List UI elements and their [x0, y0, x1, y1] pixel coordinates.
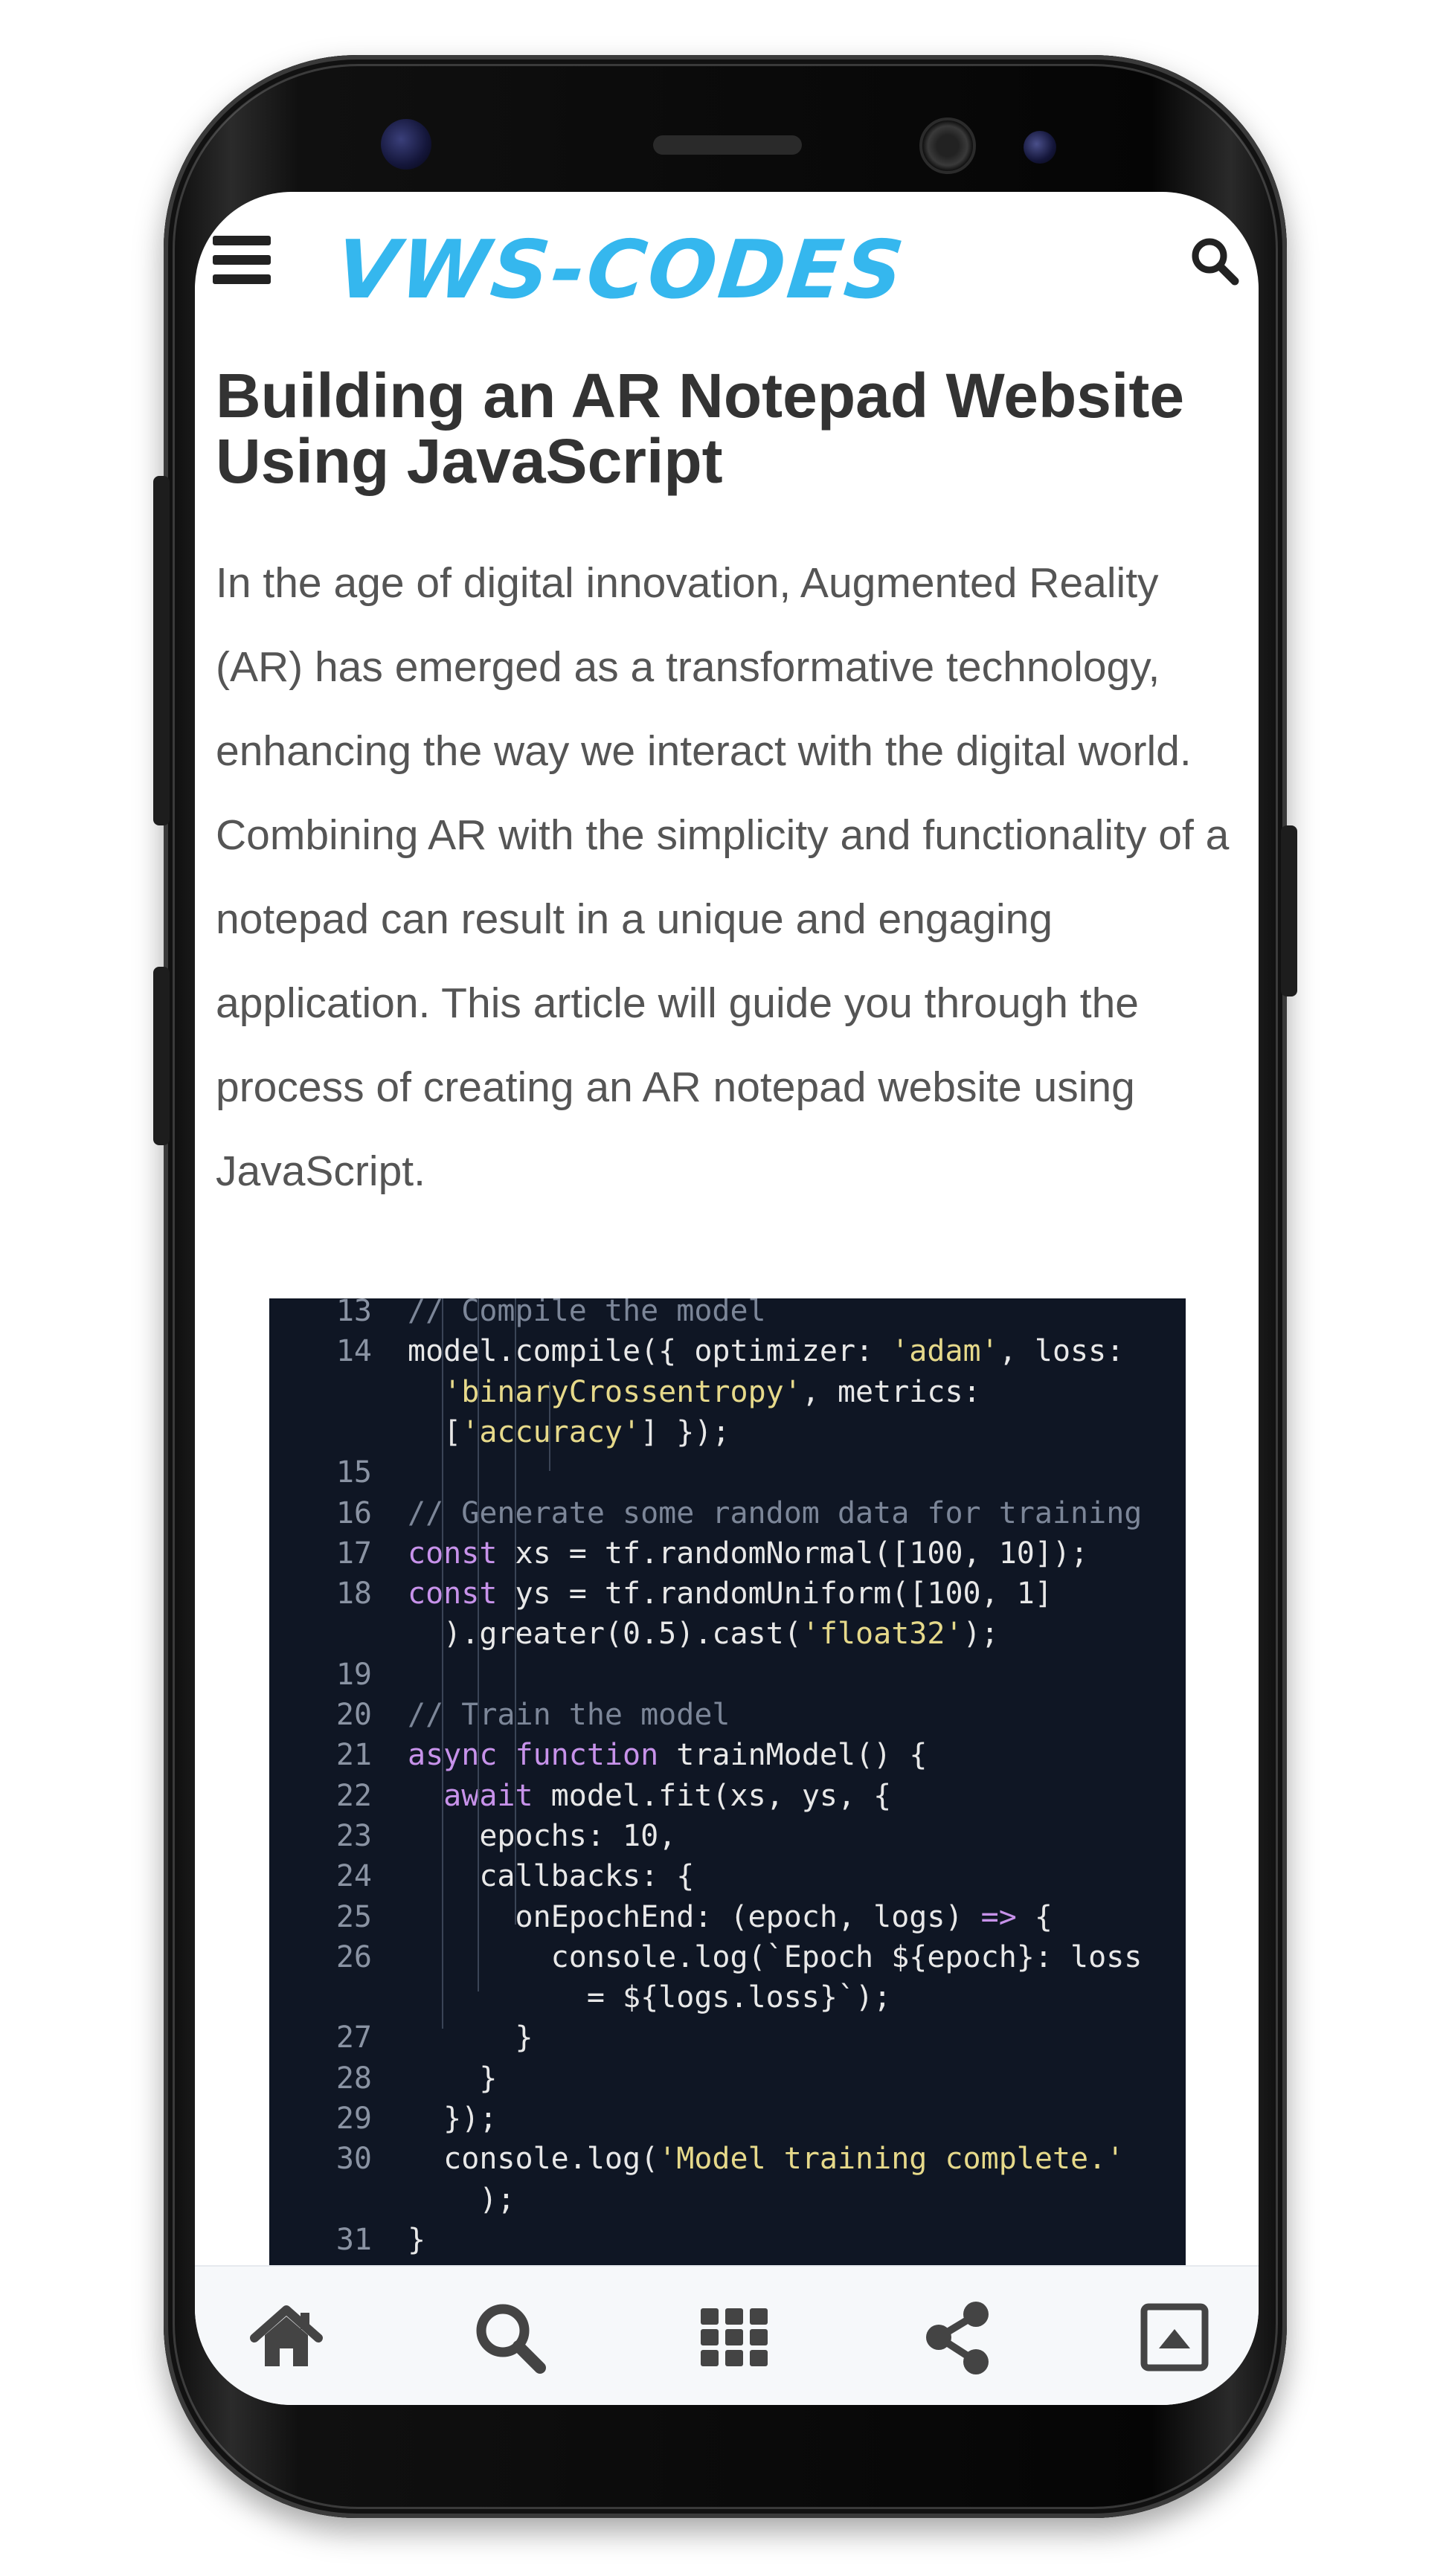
line-number: 26: [335, 1939, 372, 1974]
code-line: 28 }: [269, 2058, 1186, 2099]
line-number: 27: [335, 2020, 372, 2055]
code-line: 26 console.log(`Epoch ${epoch}: loss: [269, 1937, 1186, 1977]
line-number: 29: [335, 2102, 372, 2136]
code-text: const xs = tf.randomNormal([100, 10]);: [408, 1536, 1089, 1571]
indent-guide: [549, 1382, 550, 1471]
article-intro: In the age of digital innovation, Augmen…: [216, 559, 1230, 1195]
line-number: 17: [335, 1536, 372, 1571]
code-text: // Generate some random data for trainin…: [408, 1495, 1143, 1530]
code-line: 'binaryCrossentropy', metrics:: [269, 1372, 1186, 1412]
code-text: console.log(`Epoch ${epoch}: loss: [408, 1939, 1143, 1974]
bixby-button: [153, 967, 170, 1145]
code-text: 'binaryCrossentropy', metrics:: [443, 1374, 981, 1409]
code-line: 24 callbacks: {: [269, 1856, 1186, 1896]
line-number: 20: [335, 1698, 372, 1732]
code-line: 14 model.compile({ optimizer: 'adam', los…: [269, 1331, 1186, 1371]
indent-guide: [515, 1298, 516, 1925]
code-line: 22 await model.fit(xs, ys, {: [269, 1776, 1186, 1816]
volume-button: [153, 476, 170, 825]
title-line-2: Using JavaScript: [216, 426, 723, 496]
code-line: 19: [269, 1655, 1186, 1695]
code-line: 17 const xs = tf.randomNormal([100, 10]);: [269, 1533, 1186, 1574]
line-number: 15: [335, 1455, 372, 1490]
line-number: 19: [335, 1657, 372, 1692]
article-title: Building an AR Notepad Website Using Jav…: [216, 363, 1242, 494]
code-text: epochs: 10,: [408, 1818, 677, 1853]
code-line: 23 epochs: 10,: [269, 1816, 1186, 1856]
code-line: ['accuracy'] });: [269, 1412, 1186, 1452]
code-text: // Compile the model: [408, 1298, 766, 1328]
code-text: console.log('Model training complete.': [408, 2142, 1125, 2177]
code-text: async function trainModel() {: [408, 1738, 928, 1773]
code-text: ).greater(0.5).cast('float32');: [408, 1617, 999, 1652]
line-number: 22: [335, 1778, 372, 1813]
code-line: 16 // Generate some random data for train…: [269, 1493, 1186, 1533]
line-number: 25: [335, 1899, 372, 1934]
code-text: const ys = tf.randomUniform([100, 1]: [408, 1577, 1053, 1611]
code-text: = ${logs.loss}`);: [408, 1980, 892, 2015]
line-number: 16: [335, 1495, 372, 1530]
share-icon[interactable]: [916, 2296, 998, 2378]
proximity-sensor-icon: [1024, 131, 1056, 164]
iris-sensor-icon: [381, 119, 431, 170]
code-line: 20 // Train the model: [269, 1695, 1186, 1735]
line-number: 31: [335, 2222, 372, 2257]
code-line: = ${logs.loss}`);: [269, 1977, 1186, 2018]
code-line: 21 async function trainModel() {: [269, 1735, 1186, 1775]
search-icon[interactable]: [1189, 235, 1241, 287]
title-line-1: Building an AR Notepad Website: [216, 361, 1185, 431]
site-header: VWS-CODES: [195, 192, 1259, 341]
menu-bar: [213, 274, 271, 284]
code-line: 18 const ys = tf.randomUniform([100, 1]: [269, 1574, 1186, 1614]
site-logo[interactable]: VWS-CODES: [331, 224, 910, 317]
home-icon[interactable]: [245, 2296, 327, 2378]
line-number: 30: [335, 2142, 372, 2177]
search-icon[interactable]: [469, 2296, 550, 2378]
line-number: 13: [335, 1298, 372, 1328]
code-line: 13 // Compile the model: [269, 1298, 1186, 1331]
phone-screen: VWS-CODES Building an AR Notepad Website…: [195, 192, 1259, 2405]
code-text: }: [408, 2020, 533, 2055]
code-line: 15: [269, 1452, 1186, 1493]
line-number: 28: [335, 2061, 372, 2096]
code-text: // Train the model: [408, 1698, 730, 1732]
code-screenshot: 13 // Compile the model 14 model.compile({ …: [269, 1298, 1186, 2265]
code-line: );: [269, 2180, 1186, 2220]
code-text: ['accuracy'] });: [408, 1414, 730, 1449]
menu-bar: [213, 236, 271, 245]
front-camera-icon: [919, 117, 976, 174]
hamburger-menu-icon[interactable]: [213, 233, 271, 285]
code-line: 27 }: [269, 2018, 1186, 2058]
code-text: onEpochEnd: (epoch, logs) => {: [408, 1899, 1053, 1934]
code-line: 25 onEpochEnd: (epoch, logs) => {: [269, 1897, 1186, 1937]
earpiece-speaker: [653, 135, 802, 155]
menu-bar: [213, 255, 271, 265]
code-text: }: [408, 2061, 498, 2096]
indent-guide: [478, 1298, 479, 1991]
code-text: await model.fit(xs, ys, {: [443, 1778, 892, 1813]
line-number: 14: [335, 1334, 372, 1369]
code-line: 29 });: [269, 2099, 1186, 2139]
code-line: ).greater(0.5).cast('float32');: [269, 1614, 1186, 1654]
line-number: 18: [335, 1577, 372, 1611]
power-button: [1281, 825, 1297, 996]
line-number: 21: [335, 1738, 372, 1773]
line-number: 24: [335, 1859, 372, 1894]
grid-icon[interactable]: [693, 2296, 775, 2378]
line-number: 23: [335, 1818, 372, 1853]
scroll-to-top-icon[interactable]: [1134, 2296, 1215, 2378]
code-text: }: [408, 2222, 426, 2257]
code-text: );: [408, 2182, 515, 2217]
code-text: callbacks: {: [408, 1859, 695, 1894]
code-line: 31}: [269, 2220, 1186, 2260]
bottom-navigation: [195, 2265, 1259, 2405]
code-text: });: [408, 2102, 498, 2136]
code-line: 30 console.log('Model training complete.…: [269, 2139, 1186, 2179]
indent-guide: [442, 1298, 443, 2029]
